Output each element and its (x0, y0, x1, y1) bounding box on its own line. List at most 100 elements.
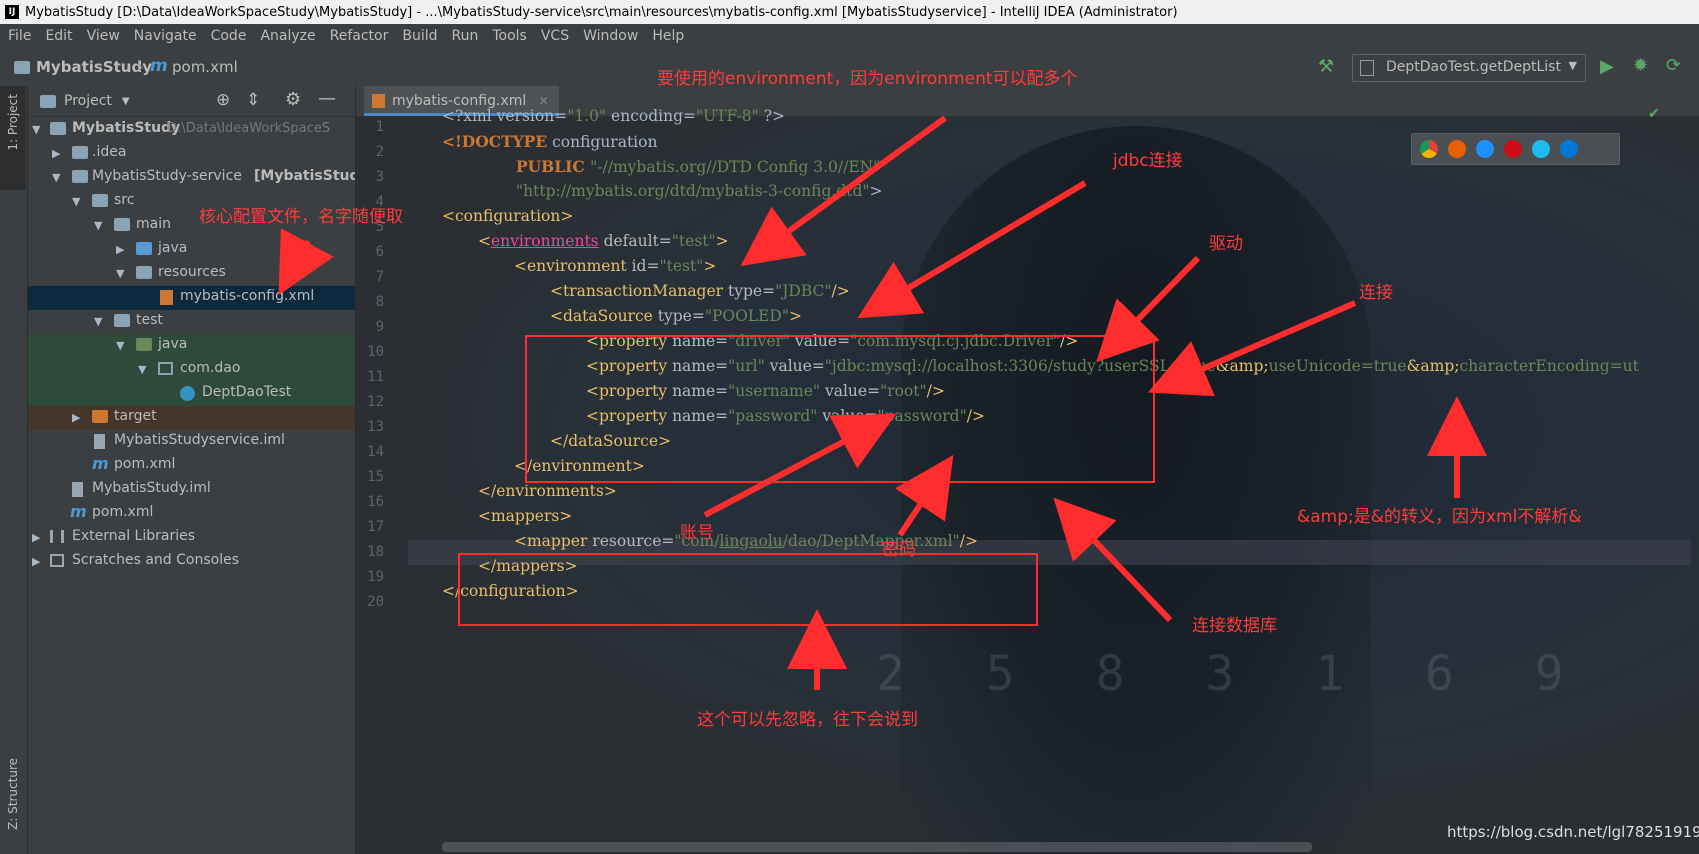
safari-icon[interactable] (1476, 140, 1494, 158)
maven-m-icon: m (92, 454, 109, 473)
gear-icon[interactable]: ⚙ (285, 89, 301, 110)
tree-item-root-iml[interactable]: MybatisStudy.iml (28, 478, 355, 502)
collapse-all-icon[interactable]: ⇕ (246, 90, 260, 110)
annotation-password: 密码 (882, 540, 916, 560)
code-token: environments (491, 232, 599, 250)
code-token: "1.0" (567, 107, 607, 125)
hide-panel-icon[interactable]: — (318, 88, 336, 109)
menu-file[interactable]: File (8, 28, 31, 44)
tree-item-label: MybatisStudy.iml (92, 480, 211, 496)
structure-tool-tab[interactable]: Z: Structure (6, 758, 20, 830)
opera-icon[interactable] (1504, 140, 1522, 158)
menu-vcs[interactable]: VCS (541, 28, 569, 44)
iml-file-icon (72, 482, 83, 497)
line-number: 10 (367, 344, 384, 360)
collapsed-arrow-icon: ▶ (32, 555, 41, 568)
code-token: <?xml version= (442, 107, 568, 125)
project-tool-tab[interactable]: 1: Project (0, 86, 26, 190)
code-token: <mapper (514, 532, 588, 550)
annotation-environment: 要使用的environment，因为environment可以配多个 (657, 69, 1078, 89)
breadcrumb-project[interactable]: MybatisStudy (36, 58, 152, 76)
source-folder-icon (136, 242, 152, 255)
tree-item-resources[interactable]: ▼ resources (28, 262, 355, 286)
tree-item-com-dao[interactable]: ▼ com.dao (28, 358, 355, 382)
tree-item-label: com.dao (180, 360, 241, 376)
close-icon[interactable]: ✕ (539, 94, 549, 108)
horizontal-scrollbar[interactable] (442, 842, 1312, 852)
code-token: default= (598, 232, 672, 250)
tree-item-service-iml[interactable]: MybatisStudyservice.iml (28, 430, 355, 454)
tree-item-label: target (114, 408, 157, 424)
code-token: resource= (587, 532, 675, 550)
crosshair-locate-icon[interactable]: ⊕ (216, 90, 230, 110)
code-token: PUBLIC (516, 157, 591, 176)
tree-item-mybatisstudy-service[interactable]: ▼ MybatisStudy-service [MybatisStudys (28, 166, 355, 190)
collapsed-arrow-icon: ▶ (32, 531, 41, 544)
menu-tools[interactable]: Tools (492, 28, 527, 44)
line-number: 18 (367, 544, 384, 560)
code-line-2: <!DOCTYPE configuration (442, 132, 657, 151)
project-panel-header: Project ▼ ⊕ ⇕ ⚙ — (28, 86, 355, 117)
line-number: 7 (375, 269, 384, 285)
tree-item-label: External Libraries (72, 528, 195, 544)
code-line-3: PUBLIC "-//mybatis.org//DTD Config 3.0//… (516, 157, 880, 176)
menu-refactor[interactable]: Refactor (330, 28, 389, 44)
menu-navigate[interactable]: Navigate (134, 28, 197, 44)
tree-item-test[interactable]: ▼ test (28, 310, 355, 334)
left-tool-strip: 1: Project Z: Structure (0, 86, 28, 854)
tree-item-label: pom.xml (114, 456, 176, 472)
run-icon[interactable]: ▶ (1600, 56, 1614, 77)
code-token: <mappers> (478, 507, 573, 525)
code-line-9: <dataSource type="POOLED"> (550, 307, 802, 325)
tree-item-label: pom.xml (92, 504, 154, 520)
project-panel-title[interactable]: Project (64, 93, 112, 109)
tree-item-test-java[interactable]: ▼ java (28, 334, 355, 358)
menu-edit[interactable]: Edit (45, 28, 72, 44)
tree-item-external-libraries[interactable]: ▶ External Libraries (28, 526, 355, 550)
code-token: "test" (659, 257, 704, 275)
menu-help[interactable]: Help (652, 28, 684, 44)
breadcrumb-file[interactable]: pom.xml (172, 58, 238, 76)
tree-item-scratches[interactable]: ▶ Scratches and Consoles (28, 550, 355, 574)
menu-view[interactable]: View (87, 28, 120, 44)
run-coverage-icon[interactable]: ⟳ (1666, 55, 1681, 76)
debug-icon[interactable]: ✹ (1633, 55, 1648, 76)
project-tool-tab-label: 1: Project (6, 94, 20, 151)
tree-item-root-pom[interactable]: m pom.xml (28, 502, 355, 526)
breadcrumb-separator-icon: › (138, 58, 144, 76)
maven-m-icon: m (70, 502, 87, 521)
tree-item-mybatisstudy[interactable]: ▼ MybatisStudy D:\Data\IdeaWorkSpaceS (28, 118, 355, 142)
folder-icon (72, 146, 88, 159)
expanded-arrow-icon: ▼ (94, 219, 103, 232)
annotation-database: 连接数据库 (1192, 616, 1277, 636)
firefox-icon[interactable] (1448, 140, 1466, 158)
java-class-icon (180, 386, 195, 401)
tree-item-deptdaotest[interactable]: DeptDaoTest (28, 382, 355, 406)
test-source-folder-icon (136, 338, 152, 351)
menu-build[interactable]: Build (402, 28, 437, 44)
hammer-build-icon[interactable]: ⚒ (1318, 56, 1334, 77)
menu-code[interactable]: Code (211, 28, 247, 44)
run-config-dropdown[interactable]: DeptDaoTest.getDeptList ▼ (1352, 54, 1586, 82)
library-icon (50, 530, 64, 543)
view-selector-chevron-icon[interactable]: ▼ (122, 96, 130, 107)
menu-window[interactable]: Window (583, 28, 638, 44)
tree-item-mybatis-config[interactable]: mybatis-config.xml (28, 286, 355, 310)
excluded-folder-icon (92, 410, 108, 423)
menu-analyze[interactable]: Analyze (260, 28, 315, 44)
menu-run[interactable]: Run (452, 28, 479, 44)
iml-file-icon (94, 434, 105, 449)
tree-item-label: Scratches and Consoles (72, 552, 239, 568)
code-line-1: <?xml version="1.0" encoding="UTF-8" ?> (442, 107, 785, 125)
browser-preview-bar (1411, 133, 1620, 165)
ie-icon[interactable] (1532, 140, 1550, 158)
tree-item-service-pom[interactable]: m pom.xml (28, 454, 355, 478)
tree-item-label: .idea (92, 144, 127, 160)
chrome-icon[interactable] (1420, 140, 1438, 158)
code-token: <environment (514, 257, 627, 275)
edge-icon[interactable] (1560, 140, 1578, 158)
code-token: <dataSource (550, 307, 653, 325)
tree-item-idea[interactable]: ▶ .idea (28, 142, 355, 166)
tree-item-target[interactable]: ▶ target (28, 406, 355, 430)
tree-item-java[interactable]: ▶ java (28, 238, 355, 262)
